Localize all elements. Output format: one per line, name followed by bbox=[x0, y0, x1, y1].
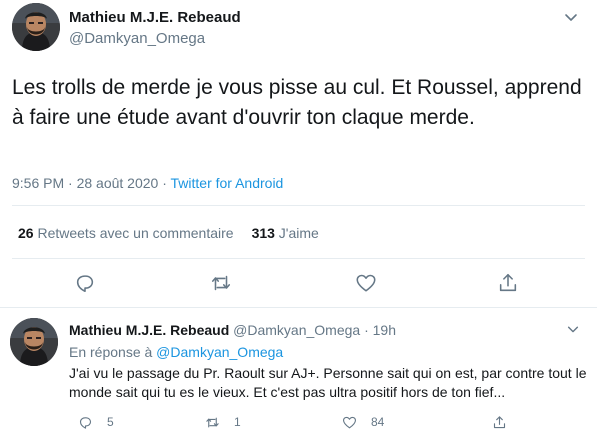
avatar[interactable] bbox=[12, 3, 60, 51]
reply-like-button[interactable]: 84 bbox=[342, 414, 384, 430]
reply-text: J'ai vu le passage du Pr. Raoult sur AJ+… bbox=[69, 365, 587, 400]
divider bbox=[12, 205, 585, 206]
avatar[interactable] bbox=[10, 318, 58, 366]
divider bbox=[0, 307, 597, 308]
retweet-icon[interactable] bbox=[210, 272, 232, 294]
tweet-meta: 9:56 PM · 28 août 2020 · Twitter for And… bbox=[12, 175, 283, 191]
retweet-count: 1 bbox=[234, 415, 241, 429]
likes-count[interactable]: 313 bbox=[252, 225, 275, 241]
retweets-label[interactable]: Retweets avec un commentaire bbox=[34, 225, 233, 241]
in-reply-mention[interactable]: @Damkyan_Omega bbox=[156, 344, 283, 360]
share-icon[interactable] bbox=[497, 272, 519, 294]
reply-comment-button[interactable]: 5 bbox=[78, 414, 114, 430]
like-count: 84 bbox=[371, 415, 385, 429]
reply-retweet-button[interactable]: 1 bbox=[205, 414, 241, 430]
reply-author-name[interactable]: Mathieu M.J.E. Rebeaud bbox=[69, 322, 229, 338]
reply-author-handle[interactable]: @Damkyan_Omega bbox=[233, 322, 360, 338]
reply-share-button[interactable] bbox=[492, 414, 521, 430]
likes-label[interactable]: J'aime bbox=[275, 225, 319, 241]
chevron-down-icon[interactable] bbox=[566, 322, 580, 336]
heart-icon[interactable] bbox=[355, 272, 377, 294]
reply-timestamp[interactable]: 19h bbox=[373, 322, 396, 338]
retweets-count[interactable]: 26 bbox=[18, 225, 34, 241]
author-handle[interactable]: @Damkyan_Omega bbox=[69, 30, 205, 47]
comment-icon[interactable] bbox=[74, 272, 96, 294]
reply-header: Mathieu M.J.E. Rebeaud @Damkyan_Omega · … bbox=[69, 322, 396, 338]
tweet-source-link[interactable]: Twitter for Android bbox=[171, 175, 284, 191]
reply-count: 5 bbox=[107, 415, 114, 429]
comment-icon bbox=[79, 416, 92, 429]
in-reply-to: En réponse à @Damkyan_Omega bbox=[69, 344, 283, 360]
share-icon bbox=[493, 415, 506, 428]
tweet-text: Les trolls de merde je vous pisse au cul… bbox=[12, 76, 582, 129]
main-tweet: Mathieu M.J.E. Rebeaud @Damkyan_Omega Le… bbox=[0, 0, 597, 307]
divider bbox=[12, 258, 585, 259]
chevron-down-icon[interactable] bbox=[563, 9, 579, 25]
retweet-icon bbox=[206, 417, 219, 427]
heart-icon bbox=[343, 416, 356, 428]
tweet-stats: 26 Retweets avec un commentaire 313 J'aim… bbox=[18, 225, 319, 241]
author-name[interactable]: Mathieu M.J.E. Rebeaud bbox=[69, 9, 241, 26]
in-reply-prefix: En réponse à bbox=[69, 344, 157, 360]
tweet-timestamp[interactable]: 9:56 PM · 28 août 2020 · bbox=[12, 175, 171, 191]
